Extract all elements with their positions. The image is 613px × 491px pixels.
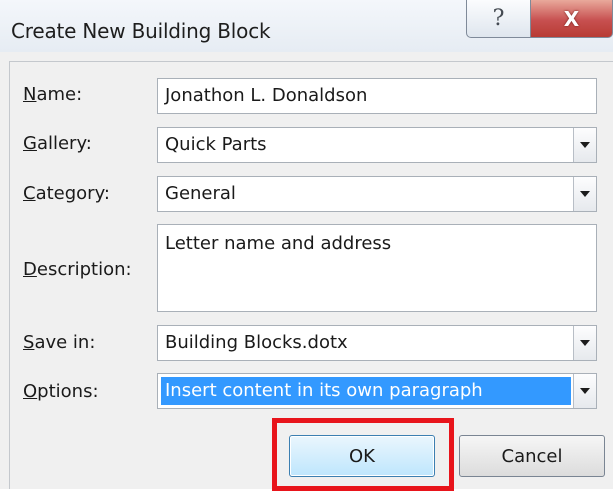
save-in-label: Save in:	[23, 332, 96, 353]
help-icon: ?	[492, 6, 505, 31]
name-input[interactable]: Jonathon L. Donaldson	[157, 78, 597, 114]
category-dropdown[interactable]: General	[157, 176, 597, 212]
description-label: Description:	[23, 259, 132, 280]
help-button[interactable]: ?	[466, 0, 531, 38]
dialog-title: Create New Building Block	[11, 19, 271, 43]
chevron-down-icon[interactable]	[573, 177, 596, 211]
highlight-annotation	[272, 418, 454, 491]
description-textarea[interactable]: Letter name and address	[157, 224, 597, 312]
chevron-down-icon[interactable]	[573, 374, 596, 408]
name-label: Name:	[23, 84, 83, 105]
gallery-dropdown[interactable]: Quick Parts	[157, 127, 597, 163]
options-value: Insert content in its own paragraph	[165, 380, 483, 401]
save-in-value: Building Blocks.dotx	[165, 332, 348, 353]
category-label: Category:	[23, 183, 110, 204]
cancel-button[interactable]: Cancel	[459, 435, 605, 477]
title-bar: Create New Building Block ? X	[0, 0, 613, 52]
gallery-value: Quick Parts	[165, 134, 267, 155]
save-in-dropdown[interactable]: Building Blocks.dotx	[157, 325, 597, 361]
options-selected-highlight: Insert content in its own paragraph	[161, 377, 571, 405]
gallery-label: Gallery:	[23, 133, 92, 154]
chevron-down-icon[interactable]	[573, 326, 596, 360]
options-label: Options:	[23, 381, 99, 402]
chevron-down-icon[interactable]	[573, 128, 596, 162]
category-value: General	[165, 183, 236, 204]
description-value: Letter name and address	[165, 233, 392, 254]
close-button[interactable]: X	[531, 0, 613, 38]
name-value: Jonathon L. Donaldson	[165, 85, 368, 106]
options-dropdown[interactable]: Insert content in its own paragraph	[157, 373, 597, 409]
close-icon: X	[563, 6, 580, 31]
